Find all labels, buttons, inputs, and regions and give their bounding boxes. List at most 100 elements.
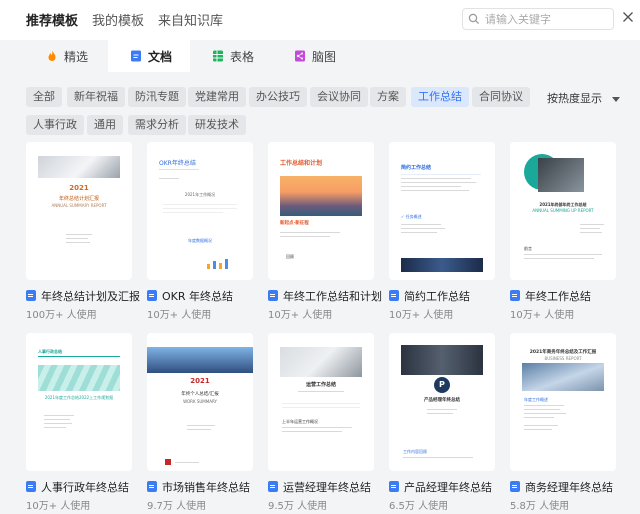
template-card[interactable]: 简约工作总结 ✓ 任务概述: [389, 142, 495, 280]
template-name[interactable]: 年终工作总结和计划: [268, 288, 382, 304]
sort-dropdown[interactable]: 按热度显示: [547, 90, 620, 106]
category-chip-proposal[interactable]: 方案: [370, 87, 406, 107]
template-name-label: 简约工作总结: [404, 290, 470, 303]
template-card[interactable]: 2021年终部年终工作总结 ANNUAL SUMMING UP REPORT 前…: [510, 142, 616, 280]
thumb-text: 年度工作概述: [524, 397, 548, 402]
category-chip-rd-tech[interactable]: 研发技术: [188, 115, 246, 135]
thumbnail-photo: [38, 156, 120, 178]
doc-icon: [389, 481, 399, 492]
template-card[interactable]: P 产品经理年终总结 工作内容回顾: [389, 333, 495, 471]
template-name[interactable]: 商务经理年终总结: [510, 479, 613, 495]
mindmap-icon: [295, 50, 305, 62]
thumb-text: 运营工作总结: [305, 382, 336, 388]
sheet-icon: [213, 50, 223, 62]
template-name[interactable]: 产品经理年终总结: [389, 479, 492, 495]
template-card[interactable]: 2021 年终总结计划汇报 ANNUAL SUMMARY REPORT: [26, 142, 132, 280]
tab-from-knowledge-base[interactable]: 来自知识库: [158, 10, 223, 29]
doc-icon: [147, 290, 157, 301]
thumb-text: OKR年终总结: [159, 160, 196, 167]
template-name-label: 年终工作总结: [525, 290, 591, 303]
category-chip-hr-admin[interactable]: 人事行政: [26, 115, 84, 135]
template-name-label: 人事行政年终总结: [41, 481, 129, 494]
thumb-text: 2021年工作概况: [184, 192, 216, 197]
template-card[interactable]: 工作总结和计划 新起点·新征程 回顾: [268, 142, 374, 280]
template-name[interactable]: 市场销售年终总结: [147, 479, 250, 495]
template-name-label: 年终总结计划及汇报: [41, 290, 140, 303]
template-name[interactable]: 人事行政年终总结: [26, 479, 129, 495]
doc-icon: [131, 50, 141, 62]
thumb-text: 2021: [69, 184, 89, 192]
type-tab-label: 精选: [64, 49, 89, 64]
template-name[interactable]: 年终总结计划及汇报: [26, 288, 140, 304]
thumbnail-photo: [280, 347, 362, 377]
template-card[interactable]: 2021年商务年终总结及工作汇报 BUSINESS REPORT 年度工作概述: [510, 333, 616, 471]
template-name[interactable]: 年终工作总结: [510, 288, 591, 304]
template-name[interactable]: 简约工作总结: [389, 288, 470, 304]
type-tab-docs[interactable]: 文档: [108, 40, 190, 72]
thumb-text: 产品经理年终总结: [424, 398, 460, 403]
doc-icon: [26, 290, 36, 301]
doc-icon: [510, 290, 520, 301]
search-input[interactable]: [485, 11, 609, 27]
usage-count: 10万+ 人使用: [147, 310, 212, 321]
thumb-text: 回顾: [286, 254, 294, 259]
template-name[interactable]: 运营经理年终总结: [268, 479, 371, 495]
type-tab-featured[interactable]: 精选: [36, 40, 106, 72]
doc-icon: [26, 481, 36, 492]
category-chip-all[interactable]: 全部: [26, 87, 62, 107]
doc-icon: [147, 481, 157, 492]
doc-icon: [268, 290, 278, 301]
thumb-text: 2021: [190, 377, 210, 385]
category-chip-party[interactable]: 党建常用: [188, 87, 246, 107]
thumbnail-photo: [147, 347, 253, 373]
usage-count: 9.5万 人使用: [268, 501, 328, 512]
template-card[interactable]: OKR年终总结 2021年工作概况 年度数据概况: [147, 142, 253, 280]
category-chip-contract[interactable]: 合同协议: [472, 87, 530, 107]
template-name-label: 产品经理年终总结: [404, 481, 492, 494]
doc-icon: [389, 290, 399, 301]
thumbnail-photo: [280, 176, 362, 216]
usage-count: 10万+ 人使用: [268, 310, 333, 321]
thumb-text: BUSINESS REPORT: [544, 356, 582, 361]
category-chip-new-year[interactable]: 新年祝福: [67, 87, 125, 107]
type-tab-mindmap[interactable]: 脑图: [284, 40, 354, 72]
tab-my-templates[interactable]: 我的模板: [92, 10, 144, 29]
template-card[interactable]: 运营工作总结 上半年运营工作概况: [268, 333, 374, 471]
chevron-down-icon: [612, 96, 620, 102]
category-chip-requirements[interactable]: 需求分析: [128, 115, 186, 135]
category-chip-flood[interactable]: 防汛专题: [128, 87, 186, 107]
thumb-text: 新起点·新征程: [280, 221, 309, 226]
sort-label: 按热度显示: [547, 92, 602, 105]
template-card[interactable]: 2021 年终个人总结/汇报 WORK SUMMARY: [147, 333, 253, 471]
template-name[interactable]: OKR 年终总结: [147, 288, 233, 304]
thumbnail-graphic: [38, 365, 120, 391]
thumb-text: 人事行政总结: [38, 349, 62, 354]
thumb-text: 上半年运营工作概况: [282, 419, 318, 424]
tab-recommended[interactable]: 推荐模板: [26, 10, 78, 29]
thumb-text: 前言: [524, 246, 532, 251]
search-box: [462, 8, 614, 30]
category-chip-meeting[interactable]: 会议协同: [310, 87, 368, 107]
thumb-text: 2021年度工作总结2022上工作规划报: [44, 395, 114, 400]
template-name-label: 市场销售年终总结: [162, 481, 250, 494]
category-chip-office-tips[interactable]: 办公技巧: [249, 87, 307, 107]
search-icon: [468, 13, 480, 25]
template-name-label: 年终工作总结和计划: [283, 290, 382, 303]
template-card[interactable]: 人事行政总结 2021年度工作总结2022上工作规划报: [26, 333, 132, 471]
usage-count: 10万+ 人使用: [26, 501, 91, 512]
usage-count: 9.7万 人使用: [147, 501, 207, 512]
thumbnail-photo: [401, 345, 483, 375]
template-name-label: OKR 年终总结: [162, 290, 234, 303]
top-tab-bar: 推荐模板 我的模板 来自知识库: [0, 0, 640, 40]
type-tab-bar: 精选 文档 表格 脑图: [0, 40, 640, 72]
close-icon[interactable]: [622, 11, 634, 23]
type-tab-sheets[interactable]: 表格: [200, 40, 270, 72]
thumb-text: ANNUAL SUMMING UP REPORT: [532, 208, 594, 213]
category-chip-general[interactable]: 通用: [87, 115, 123, 135]
usage-count: 10万+ 人使用: [510, 310, 575, 321]
category-chip-work-summary[interactable]: 工作总结: [411, 87, 469, 107]
thumb-text: ✓ 任务概述: [401, 214, 422, 219]
thumbnail-photo: [401, 258, 483, 272]
usage-count: 5.8万 人使用: [510, 501, 570, 512]
usage-count: 100万+ 人使用: [26, 310, 97, 321]
